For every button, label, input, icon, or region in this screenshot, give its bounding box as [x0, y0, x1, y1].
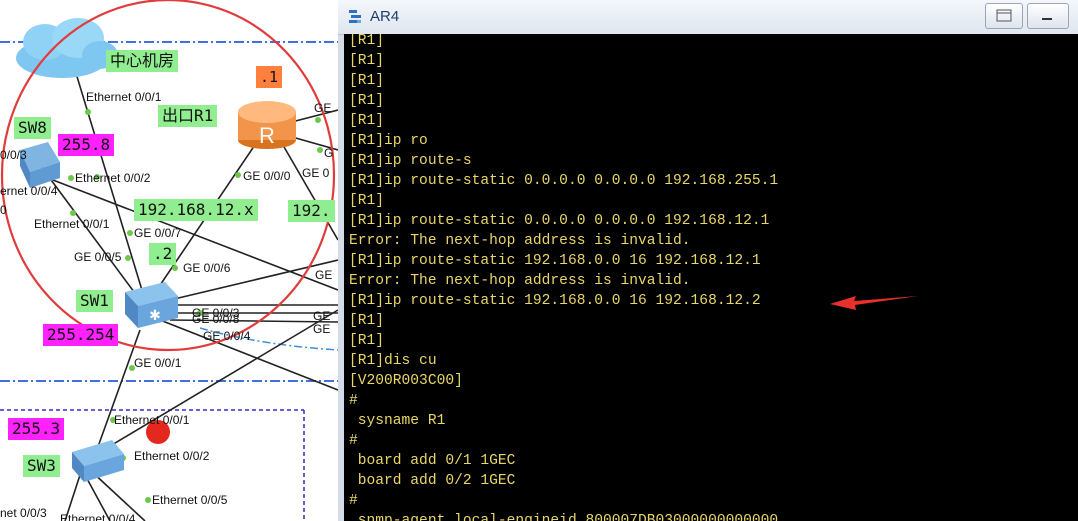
link-sw1-sw3: [94, 329, 141, 456]
port-label: Ethernet 0/0/2: [75, 171, 151, 185]
port-label: GE 0/0/1: [134, 356, 182, 370]
port-label: GE 0/0/7: [134, 226, 182, 240]
sw8-name-label: SW8: [14, 117, 51, 139]
minimize-button[interactable]: [1027, 3, 1069, 29]
port-label: GE: [313, 309, 331, 323]
port-label: GE: [314, 101, 332, 115]
sw8-mask-label: 255.8: [58, 134, 115, 156]
port-label: GE 0: [302, 166, 330, 180]
port-label: Ethernet 0/0/1: [114, 413, 190, 427]
port-label: 0: [0, 203, 7, 217]
restore-icon: [996, 9, 1012, 22]
port-label: Ethernet 0/0/1: [86, 90, 162, 104]
port-label: GE 0/0/0: [243, 169, 291, 183]
router-r1-icon[interactable]: R: [238, 101, 296, 149]
sw1-name-label: SW1: [76, 290, 113, 312]
svg-text:R: R: [259, 123, 275, 148]
port-label: 0/0/3: [0, 148, 27, 162]
port-label: Ethernet 0/0/5: [152, 493, 228, 507]
red-arrow-annotation: [830, 296, 918, 310]
window-titlebar[interactable]: AR4: [338, 0, 1078, 35]
sw1-address-label: .2: [149, 243, 177, 265]
center-room-label: 中心机房: [106, 50, 179, 72]
switch-sw1-icon[interactable]: ✱: [125, 282, 178, 328]
restore-button[interactable]: [985, 3, 1023, 29]
r1-address-label: .1: [256, 66, 283, 88]
port-label: ernet 0/0/4: [0, 184, 58, 198]
sw3-name-label: SW3: [23, 455, 60, 477]
port-label: Ethernet 0/0/2: [134, 449, 210, 463]
r1-name-label: 出口R1: [158, 105, 218, 127]
sw3-mask-label: 255.3: [8, 418, 65, 440]
switch-sw3-icon[interactable]: [72, 440, 124, 482]
port-label: Ethernet 0/0/4: [60, 512, 136, 521]
port-label: GE 0/0/6: [183, 261, 231, 275]
subnet-12-label: 192.168.12.x: [134, 199, 258, 221]
cloud-icon[interactable]: [16, 18, 118, 78]
topology-canvas[interactable]: R ✱ 中心机房 .1 出口R1 SW8 255.8 192.168.12.x …: [0, 0, 338, 521]
port-label: GE: [313, 322, 331, 336]
svg-text:✱: ✱: [149, 308, 161, 324]
window-title: AR4: [370, 8, 400, 25]
ensp-device-icon: [349, 10, 361, 23]
ar4-console-window[interactable]: AR4 [R1] [R1] [R1] [R1] [R1] [R1]ip ro [R1]ip …: [338, 0, 1078, 521]
port-label: Ethernet 0/0/1: [34, 217, 110, 231]
subnet-partial-label: 192.: [288, 200, 335, 222]
port-label: G: [324, 146, 334, 160]
link-cloud-sw1: [74, 69, 146, 301]
port-label: GE 0/0/8: [192, 312, 240, 326]
console-output[interactable]: [R1] [R1] [R1] [R1] [R1] [R1]ip ro [R1]ip rout…: [344, 34, 1078, 521]
port-label: GE: [315, 268, 333, 282]
minimize-icon: [1042, 18, 1052, 20]
port-label: net 0/0/3: [0, 506, 47, 520]
sw1-mask-label: 255.254: [43, 324, 119, 346]
port-label: GE 0/0/5: [74, 250, 122, 264]
port-label: GE 0/0/4: [203, 329, 251, 343]
